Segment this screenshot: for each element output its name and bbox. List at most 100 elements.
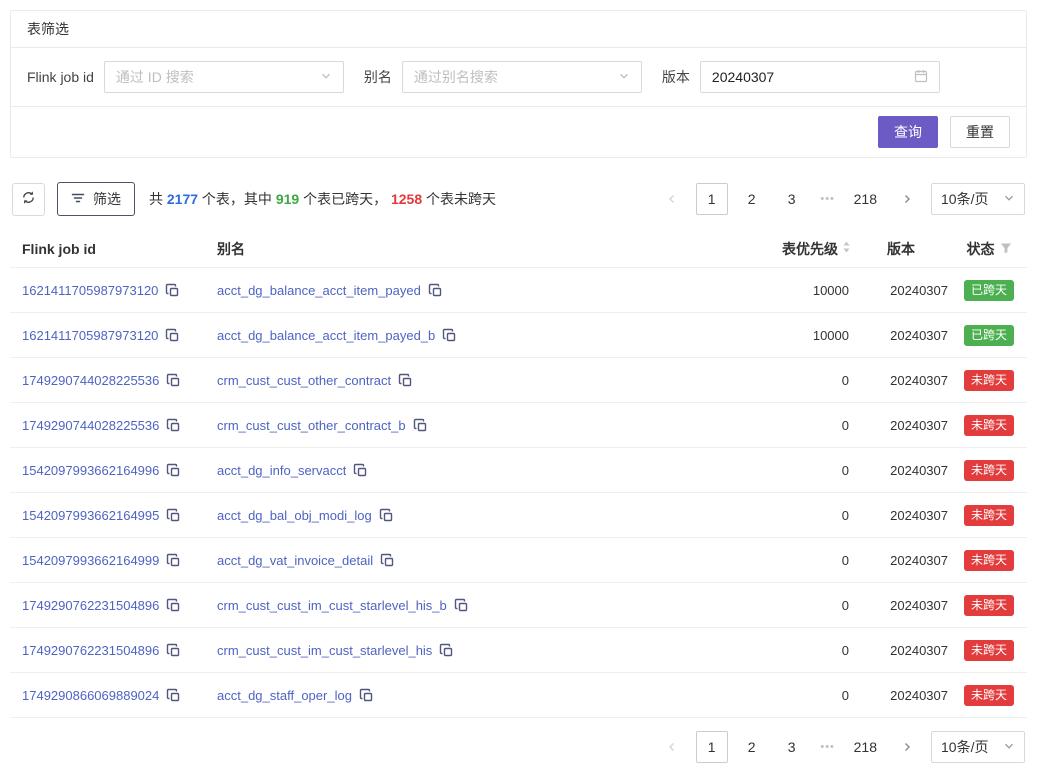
row-alias-link[interactable]: crm_cust_cust_im_cust_starlevel_his	[217, 643, 432, 658]
row-priority: 0	[721, 643, 851, 658]
row-id-link[interactable]: 1542097993662164999	[22, 553, 159, 568]
copy-icon[interactable]	[439, 643, 453, 657]
row-version: 20240307	[851, 553, 951, 568]
copy-icon[interactable]	[442, 328, 456, 342]
copy-icon[interactable]	[166, 643, 180, 657]
flink-job-id-select[interactable]: 通过 ID 搜索	[104, 61, 344, 93]
copy-icon[interactable]	[398, 373, 412, 387]
row-id-link[interactable]: 1749290762231504896	[22, 598, 159, 613]
alias-select[interactable]: 通过别名搜索	[402, 61, 642, 93]
row-id-link[interactable]: 1749290762231504896	[22, 643, 159, 658]
copy-icon[interactable]	[166, 553, 180, 567]
page-size-value: 10条/页	[941, 737, 988, 757]
copy-icon[interactable]	[166, 598, 180, 612]
copy-icon[interactable]	[166, 463, 180, 477]
row-id-link[interactable]: 1621411705987973120	[22, 328, 158, 343]
cell-alias: acct_dg_balance_acct_item_payed_b	[217, 328, 721, 343]
row-priority: 0	[721, 463, 851, 478]
row-version: 20240307	[851, 598, 951, 613]
cell-alias: acct_dg_info_servacct	[217, 463, 721, 478]
cell-flink-job-id: 1749290744028225536	[22, 418, 217, 433]
page-button-2[interactable]: 2	[736, 731, 768, 763]
filter-button[interactable]: 筛选	[57, 182, 135, 216]
row-id-link[interactable]: 1621411705987973120	[22, 283, 158, 298]
page-button-last[interactable]: 218	[848, 183, 883, 215]
header-status[interactable]: 状态	[951, 239, 1027, 259]
filter-actions: 查询 重置	[11, 107, 1026, 157]
cell-alias: acct_dg_balance_acct_item_payed	[217, 283, 721, 298]
cell-flink-job-id: 1749290762231504896	[22, 643, 217, 658]
page-size-select[interactable]: 10条/页	[931, 183, 1025, 215]
row-id-link[interactable]: 1749290744028225536	[22, 418, 159, 433]
version-date-input[interactable]: 20240307	[700, 61, 940, 93]
next-page-button[interactable]	[891, 731, 923, 763]
row-alias-link[interactable]: acct_dg_staff_oper_log	[217, 688, 352, 703]
row-id-link[interactable]: 1749290866069889024	[22, 688, 159, 703]
page-button-last[interactable]: 218	[848, 731, 883, 763]
page-size-select[interactable]: 10条/页	[931, 731, 1025, 763]
page-button-1[interactable]: 1	[696, 183, 728, 215]
crossed-count: 919	[276, 191, 299, 207]
version-field: 版本 20240307	[662, 61, 940, 93]
query-button[interactable]: 查询	[878, 116, 938, 148]
copy-icon[interactable]	[428, 283, 442, 297]
row-id-link[interactable]: 1749290744028225536	[22, 373, 159, 388]
table-row: 1749290744028225536 crm_cust_cust_other_…	[10, 403, 1027, 448]
cell-alias: crm_cust_cust_other_contract_b	[217, 418, 721, 433]
table-row: 1749290762231504896 crm_cust_cust_im_cus…	[10, 583, 1027, 628]
funnel-icon[interactable]	[1000, 241, 1012, 257]
refresh-button[interactable]	[12, 183, 45, 216]
row-alias-link[interactable]: acct_dg_balance_acct_item_payed	[217, 283, 421, 298]
prev-page-button[interactable]	[656, 183, 688, 215]
row-alias-link[interactable]: acct_dg_bal_obj_modi_log	[217, 508, 372, 523]
row-alias-link[interactable]: crm_cust_cust_other_contract	[217, 373, 391, 388]
row-alias-link[interactable]: crm_cust_cust_other_contract_b	[217, 418, 406, 433]
row-alias-link[interactable]: crm_cust_cust_im_cust_starlevel_his_b	[217, 598, 447, 613]
chevron-down-icon	[1003, 739, 1015, 755]
row-alias-link[interactable]: acct_dg_balance_acct_item_payed_b	[217, 328, 435, 343]
cell-status: 已跨天	[951, 325, 1027, 346]
row-alias-link[interactable]: acct_dg_vat_invoice_detail	[217, 553, 373, 568]
cell-flink-job-id: 1621411705987973120	[22, 283, 217, 298]
copy-icon[interactable]	[454, 598, 468, 612]
page-button-3[interactable]: 3	[776, 183, 808, 215]
next-page-button[interactable]	[891, 183, 923, 215]
prev-page-button[interactable]	[656, 731, 688, 763]
copy-icon[interactable]	[380, 553, 394, 567]
page-ellipsis[interactable]: •••	[816, 193, 840, 205]
copy-icon[interactable]	[166, 688, 180, 702]
row-version: 20240307	[851, 508, 951, 523]
copy-icon[interactable]	[166, 508, 180, 522]
pagination-top: 1 2 3 ••• 218 10条/页	[656, 183, 1025, 215]
copy-icon[interactable]	[359, 688, 373, 702]
refresh-icon	[21, 190, 36, 208]
page-button-1[interactable]: 1	[696, 731, 728, 763]
header-priority[interactable]: 表优先级	[721, 239, 851, 259]
copy-icon[interactable]	[379, 508, 393, 522]
page-button-3[interactable]: 3	[776, 731, 808, 763]
row-alias-link[interactable]: acct_dg_info_servacct	[217, 463, 346, 478]
reset-button[interactable]: 重置	[950, 116, 1010, 148]
cell-status: 未跨天	[951, 685, 1027, 706]
cell-flink-job-id: 1749290762231504896	[22, 598, 217, 613]
cell-flink-job-id: 1542097993662164999	[22, 553, 217, 568]
cell-flink-job-id: 1621411705987973120	[22, 328, 217, 343]
copy-icon[interactable]	[166, 373, 180, 387]
row-version: 20240307	[851, 283, 951, 298]
copy-icon[interactable]	[165, 328, 179, 342]
cell-alias: acct_dg_bal_obj_modi_log	[217, 508, 721, 523]
copy-icon[interactable]	[413, 418, 427, 432]
row-id-link[interactable]: 1542097993662164995	[22, 508, 159, 523]
version-label: 版本	[662, 67, 690, 87]
page-ellipsis[interactable]: •••	[816, 741, 840, 753]
copy-icon[interactable]	[166, 418, 180, 432]
page-button-2[interactable]: 2	[736, 183, 768, 215]
sort-icon[interactable]	[842, 240, 851, 257]
page: 表筛选 Flink job id 通过 ID 搜索 别名 通过别名搜索	[0, 0, 1037, 763]
copy-icon[interactable]	[353, 463, 367, 477]
cell-flink-job-id: 1542097993662164996	[22, 463, 217, 478]
row-id-link[interactable]: 1542097993662164996	[22, 463, 159, 478]
copy-icon[interactable]	[165, 283, 179, 297]
status-badge: 未跨天	[964, 460, 1014, 481]
flink-job-id-field: Flink job id 通过 ID 搜索	[27, 61, 344, 93]
